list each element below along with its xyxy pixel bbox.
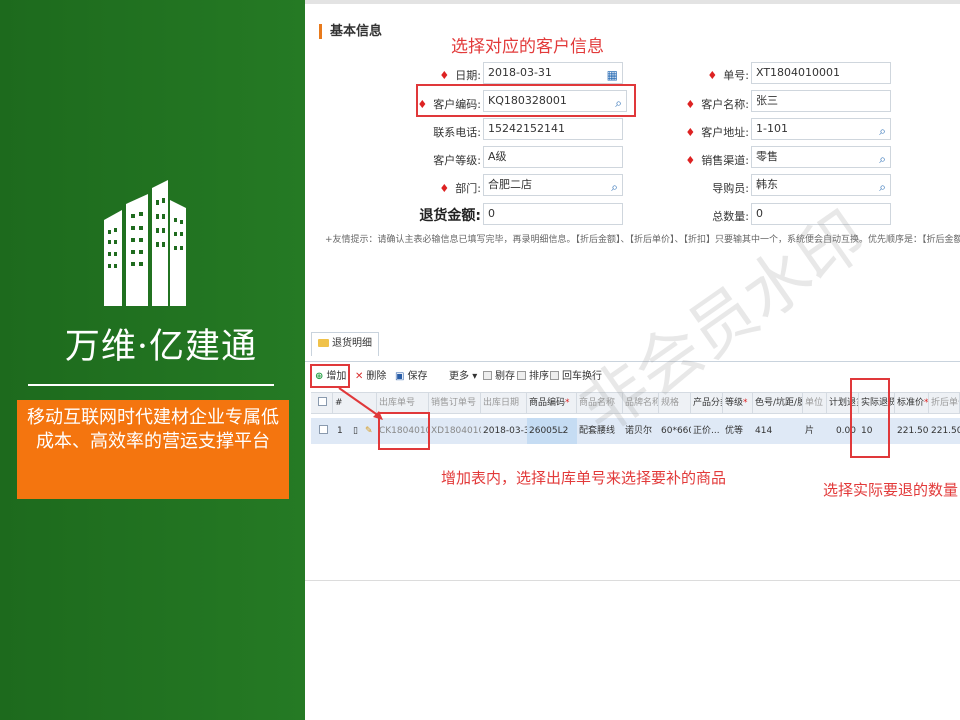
customer-address-field[interactable]: 1-101 ⌕ — [751, 118, 891, 140]
total-qty-label: 总数量: — [712, 210, 749, 223]
guide-field[interactable]: 韩东 ⌕ — [751, 174, 891, 196]
annotation-table: 增加表内，选择出库单号来选择要补的商品 — [441, 469, 727, 487]
select-all-checkbox[interactable] — [311, 393, 333, 414]
annotation-qty: 选择实际要退的数量 — [823, 481, 959, 499]
cell-sales-no[interactable]: XD1804010... — [429, 418, 481, 444]
cell-disc-price[interactable]: 221.500 — [929, 418, 960, 444]
copy-checkbox[interactable]: 剔存 — [483, 369, 515, 385]
cell-category[interactable]: 正价... — [691, 418, 723, 444]
sort-checkbox[interactable]: 排序 — [517, 369, 549, 385]
guide-label: 导购员: — [712, 182, 749, 195]
phone-field[interactable]: 15242152141 — [483, 118, 623, 140]
customer-name-field[interactable]: 张三 — [751, 90, 891, 112]
delete-button[interactable]: ✕ 删除 — [355, 369, 386, 385]
date-label: ♦ 日期: — [439, 69, 481, 82]
col-product-name: 商品名称 — [577, 393, 623, 414]
cell-std-price[interactable]: 221.50 — [895, 418, 929, 444]
col-product-code: 商品编码* — [527, 393, 577, 414]
more-dropdown[interactable]: 更多 ▾ — [449, 369, 477, 385]
cell-color-no[interactable]: 414 — [753, 418, 803, 444]
cell-product-name[interactable]: 配套腰线 — [577, 418, 623, 444]
tab-return-detail[interactable]: 退货明细 — [311, 332, 379, 356]
divider — [28, 384, 274, 386]
highlight-actual-qty — [850, 378, 890, 458]
col-brand: 品牌名称 — [623, 393, 659, 414]
calendar-icon[interactable]: ▦ — [607, 65, 618, 83]
cell-grade[interactable]: 优等 — [723, 418, 753, 444]
phone-label: 联系电话: — [433, 126, 481, 139]
cell-unit[interactable]: 片 — [803, 418, 827, 444]
annotation-select-customer: 选择对应的客户信息 — [451, 37, 604, 57]
arrow-icon — [338, 387, 383, 420]
col-unit: 单位 — [803, 393, 827, 414]
col-grade: 等级* — [723, 393, 753, 414]
date-field[interactable]: 2018-03-31 ▦ — [483, 62, 623, 84]
order-no-field[interactable]: XT1804010001 — [751, 62, 891, 84]
app-footer — [305, 580, 960, 720]
enter-newline-checkbox[interactable]: 回车换行 — [550, 369, 602, 385]
department-field[interactable]: 合肥二店 ⌕ — [483, 174, 623, 196]
return-amount-label: 退货金额: — [419, 208, 481, 224]
slide: 万维·亿建通 移动互联网时代建材企业专属低成本、高效率的营运支撑平台 基本信息 … — [0, 0, 960, 720]
cell-out-date[interactable]: 2018-03-31 — [481, 418, 527, 444]
brand-name: 万维·亿建通 — [64, 327, 258, 367]
hint-text: +友情提示：请确认主表必输信息已填写完毕，再录明细信息。【折后金额】、【折后单价… — [325, 235, 960, 245]
cell-brand[interactable]: 诺贝尔 — [623, 418, 659, 444]
save-icon: ▣ — [395, 371, 405, 382]
save-button[interactable]: ▣ 保存 — [395, 369, 427, 385]
row-checkbox[interactable] — [311, 418, 333, 444]
tab-bar — [305, 354, 960, 362]
search-icon[interactable]: ⌕ — [879, 149, 886, 167]
search-icon[interactable]: ⌕ — [879, 121, 886, 139]
chevron-down-icon: ▾ — [472, 371, 478, 382]
col-category: 产品分类 — [691, 393, 723, 414]
col-color-no: 色号/坑距/脱 — [753, 393, 803, 414]
customer-address-label: ♦ 客户地址: — [685, 126, 749, 139]
sales-channel-label: ♦ 销售渠道: — [685, 154, 749, 167]
col-std-price: 标准价* — [895, 393, 929, 414]
col-spec: 规格 — [659, 393, 691, 414]
col-disc-price: 折后单价 — [929, 393, 960, 414]
customer-name-label: ♦ 客户名称: — [685, 98, 749, 111]
customer-level-field[interactable]: A级 — [483, 146, 623, 168]
brand-slogan: 移动互联网时代建材企业专属低成本、高效率的营运支撑平台 — [17, 400, 289, 499]
customer-level-label: 客户等级: — [433, 154, 481, 167]
building-logo-icon — [104, 180, 186, 306]
top-border — [305, 0, 960, 4]
highlight-customer-code — [416, 84, 636, 117]
search-icon[interactable]: ⌕ — [611, 177, 618, 195]
order-no-label: ♦ 单号: — [707, 69, 749, 82]
search-icon[interactable]: ⌕ — [879, 177, 886, 195]
return-amount-field[interactable]: 0 — [483, 203, 623, 225]
delete-icon: ✕ — [355, 371, 364, 382]
cell-spec[interactable]: 60*660 — [659, 418, 691, 444]
cell-product-code[interactable]: 26005L2 — [527, 418, 577, 444]
department-label: ♦ 部门: — [439, 182, 481, 195]
sales-channel-field[interactable]: 零售 ⌕ — [751, 146, 891, 168]
total-qty-field[interactable]: 0 — [751, 203, 891, 225]
col-out-date: 出库日期 — [481, 393, 527, 414]
section-title: 基本信息 — [319, 24, 382, 39]
col-sales-no: 销售订单号 — [429, 393, 481, 414]
folder-icon — [318, 339, 329, 347]
app-screenshot: 基本信息 选择对应的客户信息 ♦ 日期: 2018-03-31 ▦ ♦ 客户编码: K… — [305, 0, 960, 720]
brand-panel: 万维·亿建通 移动互联网时代建材企业专属低成本、高效率的营运支撑平台 — [0, 0, 305, 720]
